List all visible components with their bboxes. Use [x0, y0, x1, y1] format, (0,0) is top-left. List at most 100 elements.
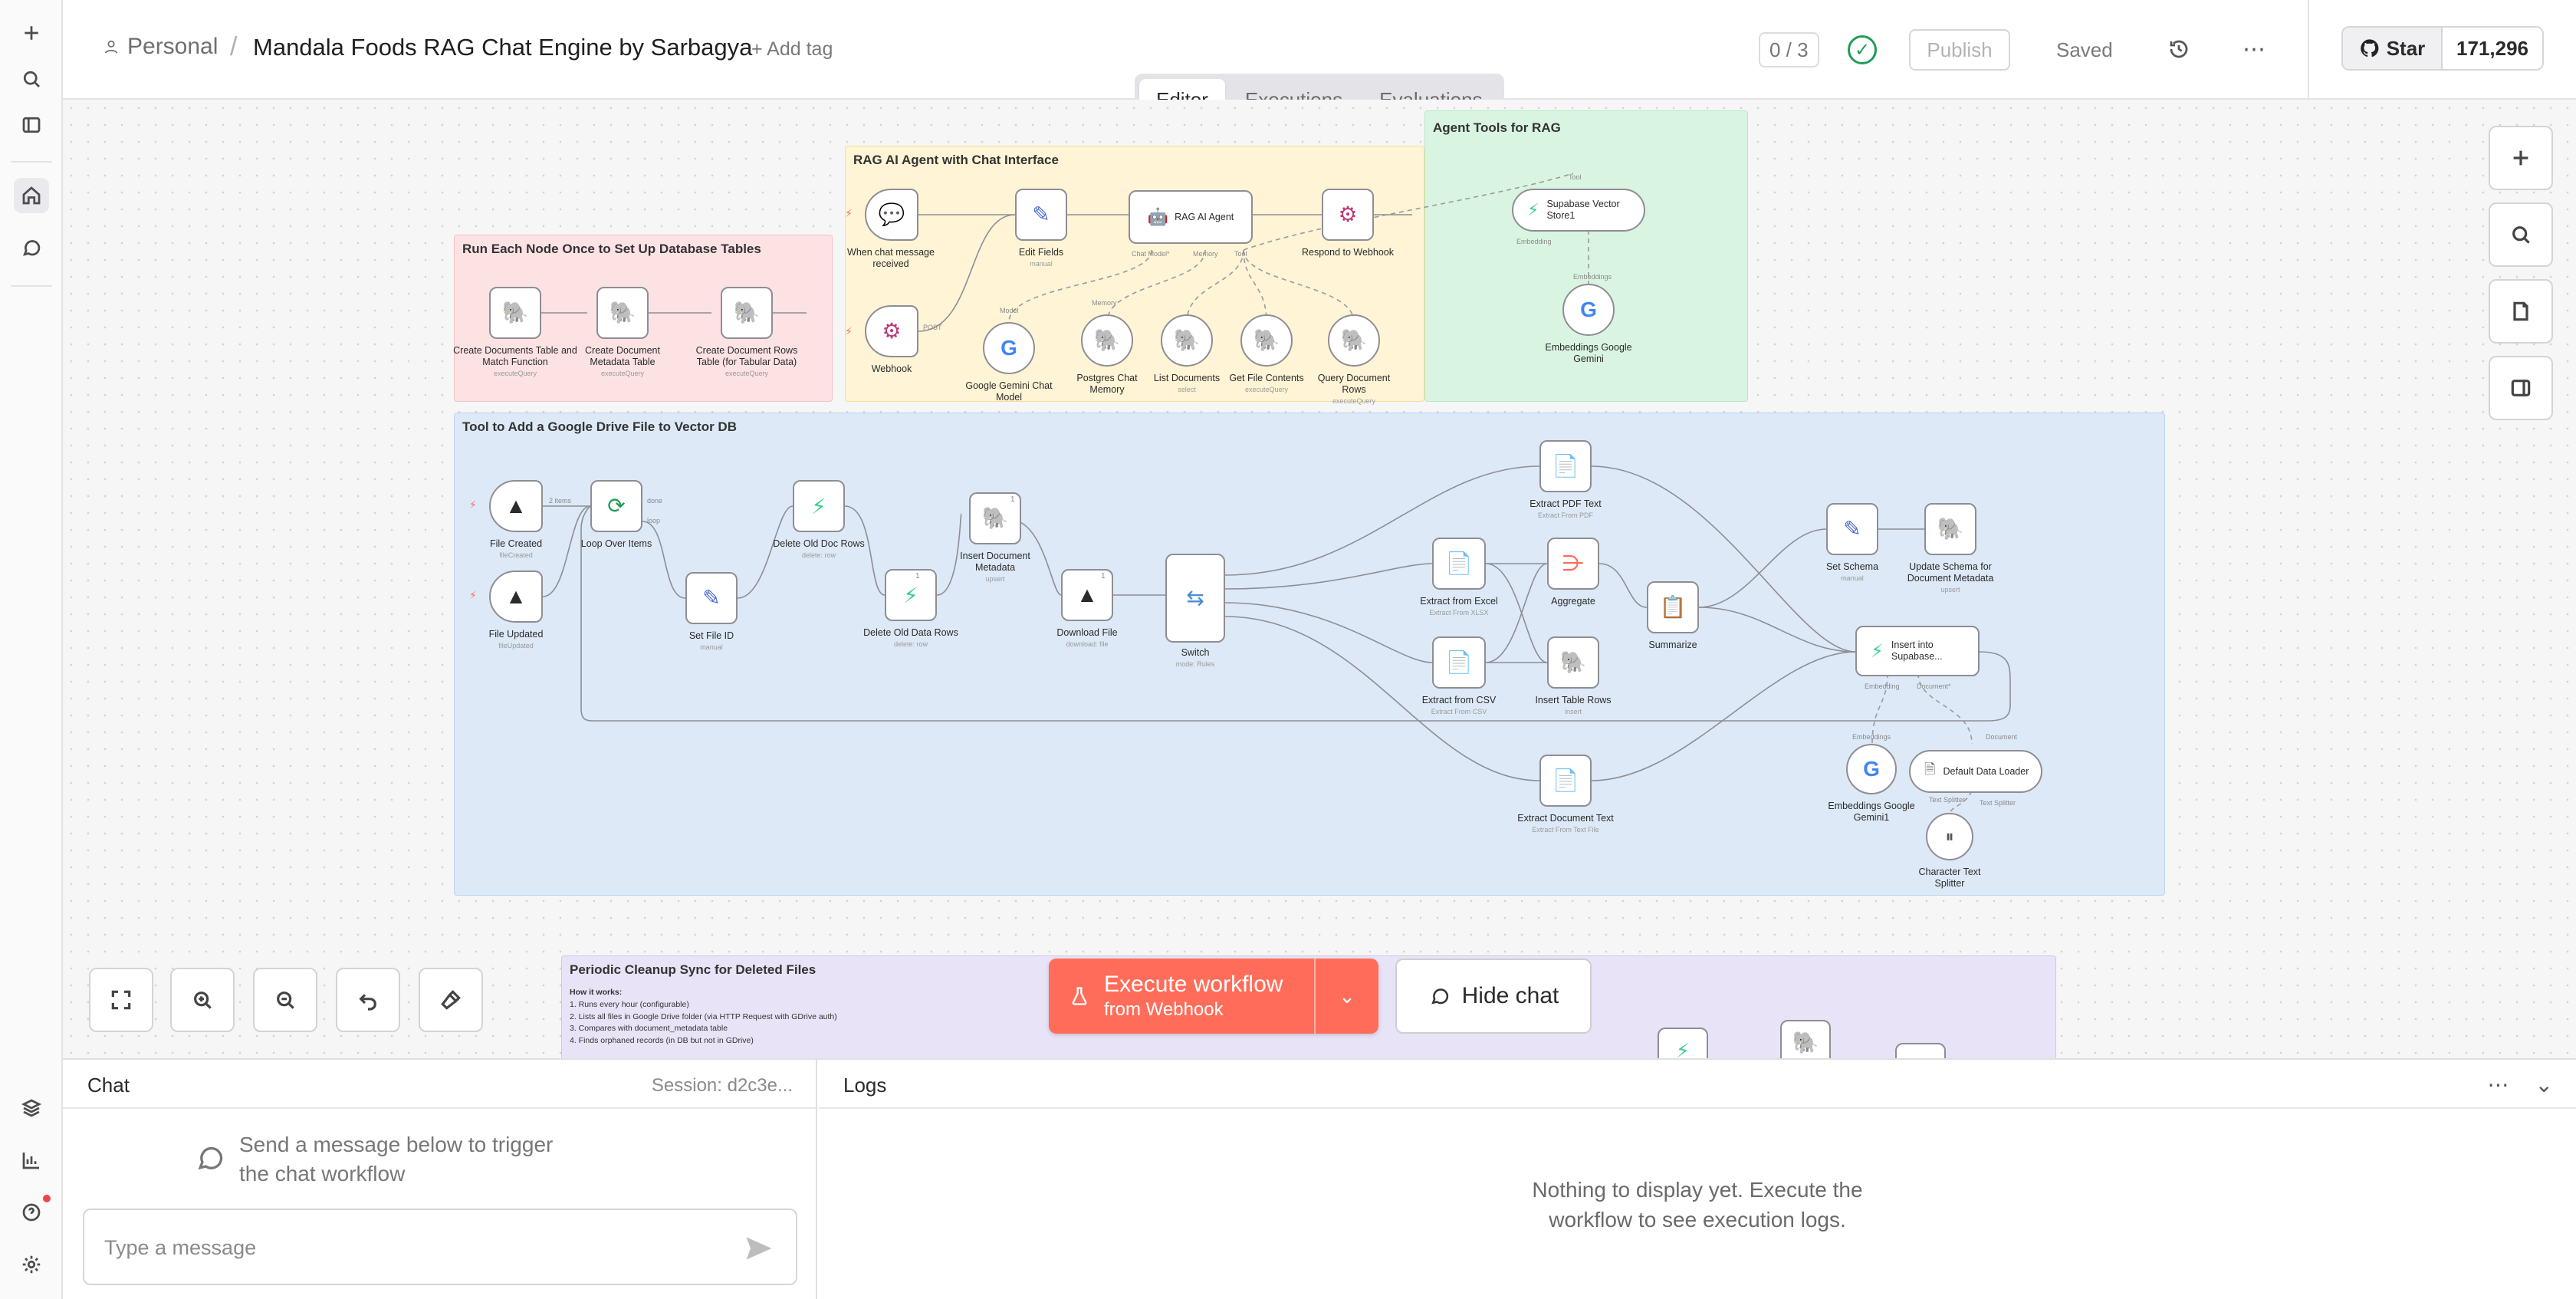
- document-icon: 🗎: [1924, 761, 1936, 777]
- node-delete-old-data-rows[interactable]: ⚡: [885, 569, 937, 621]
- execute-dropdown-chevron-icon[interactable]: ⌄: [1316, 959, 1378, 1034]
- flask-icon: [1072, 987, 1087, 1005]
- node-rag-ai-agent[interactable]: 🤖 RAG AI Agent: [1129, 190, 1253, 244]
- checklist-counter[interactable]: 0 / 3: [1759, 32, 1819, 67]
- message-input[interactable]: [104, 1233, 702, 1262]
- node-create-documents-table[interactable]: 🐘: [489, 287, 541, 339]
- workflow-title[interactable]: Mandala Foods RAG Chat Engine by Sarbagy…: [253, 34, 752, 61]
- node-chat-trigger[interactable]: 💬: [865, 189, 918, 241]
- message-box[interactable]: [83, 1209, 797, 1285]
- create-new-icon[interactable]: [14, 15, 49, 51]
- google-drive-icon: ▲: [505, 494, 527, 518]
- node-respond-to-webhook[interactable]: ⚙: [1322, 189, 1374, 241]
- node-list-documents[interactable]: 🐘: [1161, 314, 1213, 367]
- node-extract-from-excel[interactable]: 📄: [1432, 538, 1486, 590]
- node-cleanup-supabase[interactable]: ⚡: [1658, 1028, 1708, 1058]
- logs-panel: Logs ⋯ ⌄ Nothing to display yet. Execute…: [819, 1060, 2576, 1299]
- node-summarize[interactable]: 📋: [1647, 581, 1699, 633]
- loop-icon: ⟳: [607, 494, 626, 518]
- node-insert-table-rows[interactable]: 🐘: [1547, 636, 1599, 689]
- postgres-elephant-icon: 🐘: [1340, 328, 1368, 352]
- undo-button[interactable]: [336, 968, 400, 1032]
- node-default-data-loader[interactable]: 🗎 Default Data Loader: [1909, 750, 2042, 793]
- bottom-panel: Chat Session: d2c3e... Send a message be…: [63, 1058, 2576, 1299]
- node-supabase-vector-store[interactable]: ⚡ Supabase Vector Store1: [1512, 189, 1645, 232]
- execute-main[interactable]: Execute workflow from Webhook: [1049, 959, 1316, 1034]
- tidy-up-button[interactable]: [419, 968, 483, 1032]
- toggle-panel-button[interactable]: [2489, 356, 2553, 420]
- node-set-schema[interactable]: ✎: [1826, 503, 1878, 555]
- workflow-canvas[interactable]: Run Each Node Once to Set Up Database Ta…: [63, 100, 2576, 1058]
- more-options-icon[interactable]: ⋯: [2239, 34, 2269, 64]
- left-sidebar: [0, 0, 63, 1299]
- node-set-file-id[interactable]: ✎: [685, 572, 738, 624]
- add-sticky-button[interactable]: [2489, 279, 2553, 344]
- postgres-elephant-icon: 🐘: [1253, 328, 1280, 352]
- node-postgres-chat-memory[interactable]: 🐘: [1081, 314, 1133, 367]
- node-update-schema[interactable]: 🐘: [1924, 503, 1976, 555]
- node-loop-over-items[interactable]: ⟳: [590, 480, 642, 532]
- switch-signpost-icon: ⇆: [1186, 586, 1204, 610]
- node-query-document-rows[interactable]: 🐘: [1328, 314, 1380, 367]
- node-extract-document-text[interactable]: 📄: [1539, 755, 1592, 807]
- node-webhook[interactable]: ⚙: [865, 305, 918, 357]
- supabase-bolt-icon: ⚡: [1527, 200, 1539, 219]
- google-icon: G: [1863, 757, 1880, 781]
- chat-nav-icon[interactable]: [14, 230, 49, 265]
- node-extract-pdf-text[interactable]: 📄: [1539, 440, 1592, 492]
- publish-button[interactable]: Publish: [1909, 29, 2010, 71]
- logs-more-icon[interactable]: ⋯: [2488, 1072, 2509, 1097]
- home-icon[interactable]: [14, 178, 49, 213]
- postgres-elephant-icon: 🐘: [501, 301, 529, 324]
- breadcrumb-project[interactable]: Personal: [103, 34, 218, 60]
- zoom-in-button[interactable]: [170, 968, 235, 1032]
- hide-chat-button[interactable]: Hide chat: [1395, 959, 1592, 1034]
- node-switch[interactable]: ⇆: [1165, 554, 1225, 643]
- settings-icon[interactable]: [14, 1247, 49, 1282]
- collapse-chevron-icon[interactable]: ⌄: [2535, 1072, 2553, 1097]
- node-get-file-contents[interactable]: 🐘: [1240, 314, 1293, 367]
- node-extract-from-csv[interactable]: 📄: [1432, 636, 1486, 689]
- aggregate-icon: ⋺: [1562, 551, 1584, 575]
- node-create-document-rows[interactable]: 🐘: [721, 287, 773, 339]
- logs-empty-state: Nothing to display yet. Execute the work…: [1532, 1178, 1863, 1232]
- github-star-widget[interactable]: Star 171,296: [2341, 26, 2544, 71]
- add-tag-button[interactable]: + Add tag: [751, 38, 833, 61]
- node-embeddings-gemini[interactable]: G: [1562, 284, 1615, 336]
- node-delete-old-doc-rows[interactable]: ⚡: [793, 480, 845, 532]
- node-embeddings-gemini1[interactable]: G: [1846, 744, 1897, 794]
- node-file-updated[interactable]: ▲: [489, 571, 543, 623]
- send-icon[interactable]: [742, 1232, 776, 1265]
- connections: [541, 173, 2011, 814]
- session-id[interactable]: Session: d2c3e...: [652, 1075, 793, 1097]
- postgres-elephant-icon: 🐘: [1559, 650, 1587, 674]
- google-icon: G: [1580, 298, 1597, 321]
- file-extract-icon: 📄: [1552, 454, 1579, 478]
- supabase-bolt-icon: ⚡: [811, 494, 826, 518]
- search-icon[interactable]: [14, 61, 49, 97]
- node-gemini-chat-model[interactable]: G: [983, 322, 1035, 374]
- robot-icon: 🤖: [1147, 207, 1169, 226]
- add-node-button[interactable]: [2489, 126, 2553, 190]
- node-aggregate[interactable]: ⋺: [1547, 538, 1599, 590]
- node-cleanup-postgres[interactable]: 🐘: [1780, 1020, 1831, 1058]
- templates-icon[interactable]: [14, 1090, 49, 1126]
- toggle-sidebar-icon[interactable]: [14, 107, 49, 143]
- history-icon[interactable]: [2164, 34, 2194, 64]
- check-circle-icon[interactable]: ✓: [1848, 35, 1877, 64]
- github-star-button[interactable]: Star: [2343, 28, 2443, 69]
- node-edit-fields[interactable]: ✎: [1015, 189, 1067, 241]
- fit-view-button[interactable]: [89, 968, 153, 1032]
- supabase-bolt-icon: ⚡: [1871, 640, 1884, 662]
- canvas-search-button[interactable]: [2489, 202, 2553, 267]
- node-cleanup-extra[interactable]: [1895, 1043, 1946, 1058]
- node-file-created[interactable]: ▲: [489, 480, 543, 532]
- insights-icon[interactable]: [14, 1143, 49, 1178]
- postgres-elephant-icon: 🐘: [1093, 328, 1121, 352]
- node-character-text-splitter[interactable]: ⏸: [1926, 813, 1973, 860]
- execute-workflow-button[interactable]: Execute workflow from Webhook ⌄: [1049, 959, 1378, 1034]
- project-name: Personal: [127, 34, 219, 59]
- zoom-out-button[interactable]: [253, 968, 317, 1032]
- node-insert-into-supabase[interactable]: ⚡ Insert into Supabase...: [1855, 626, 1980, 676]
- node-create-document-metadata[interactable]: 🐘: [596, 287, 649, 339]
